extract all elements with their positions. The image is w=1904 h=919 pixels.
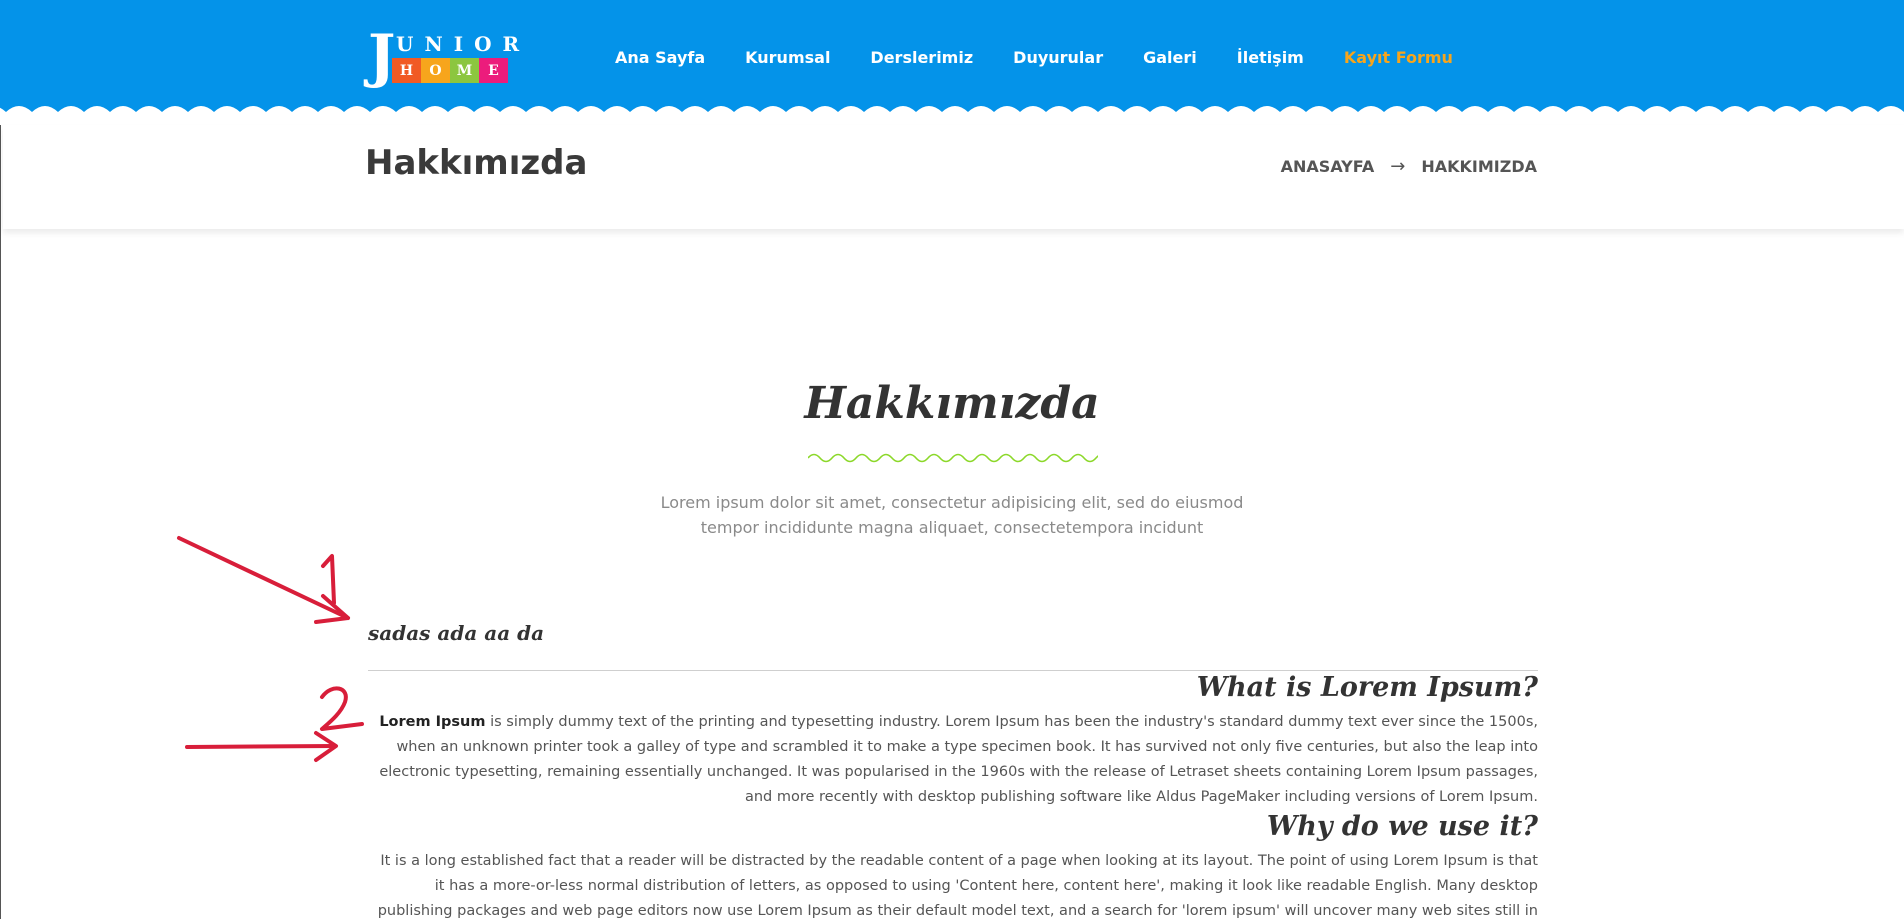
breadcrumb-arrow-icon: → <box>1390 156 1406 177</box>
nav-item-gallery[interactable]: Galeri <box>1143 48 1197 67</box>
nav-item-corporate[interactable]: Kurumsal <box>745 48 830 67</box>
annotation-numeral-one <box>321 554 336 605</box>
nav-item-home[interactable]: Ana Sayfa <box>615 48 705 67</box>
main-nav: Ana Sayfa Kurumsal Derslerimiz Duyurular… <box>615 48 1453 67</box>
nav-item-announcements[interactable]: Duyurular <box>1013 48 1103 67</box>
squiggle-divider-icon <box>808 453 1098 463</box>
heading-what-is-lorem: What is Lorem Ipsum? <box>1196 672 1538 703</box>
heading-why-use: Why do we use it? <box>1266 811 1538 842</box>
logo-tiles: H O M E <box>392 58 508 83</box>
logo-tile: E <box>479 58 508 83</box>
content-divider <box>368 670 1538 671</box>
logo-tile: O <box>421 58 450 83</box>
nav-item-registration[interactable]: Kayıt Formu <box>1344 48 1453 67</box>
section-title: Hakkımızda <box>804 378 1100 429</box>
breadcrumb-current: HAKKIMIZDA <box>1421 157 1537 176</box>
paragraph-text: is simply dummy text of the printing and… <box>379 714 1538 805</box>
annotation-arrow-one <box>177 536 350 620</box>
annotation-arrowhead-one <box>314 594 350 624</box>
annotation-arrow-two <box>185 744 337 749</box>
logo-tile: M <box>450 58 479 83</box>
left-border <box>0 125 1 919</box>
annotation-numeral-two <box>320 686 364 731</box>
nav-item-contact[interactable]: İletişim <box>1237 48 1304 67</box>
annotation-arrowhead-two <box>314 731 338 762</box>
breadcrumb: ANASAYFA → HAKKIMIZDA <box>1281 156 1537 177</box>
content-subheading: sadas ada aa da <box>368 621 545 645</box>
page-title-bar <box>3 125 1904 229</box>
paragraph-why-use: It is a long established fact that a rea… <box>377 853 1538 919</box>
paragraph-bold-lead: Lorem Ipsum <box>379 714 486 730</box>
section-lead: Lorem ipsum dolor sit amet, consectetur … <box>660 493 1244 537</box>
page-title: Hakkımızda <box>365 143 588 183</box>
paragraph-what-is-lorem: Lorem Ipsum is simply dummy text of the … <box>368 710 1538 810</box>
breadcrumb-home-link[interactable]: ANASAYFA <box>1281 157 1375 176</box>
logo-tile: H <box>392 58 421 83</box>
site-header: J UNIOR H O M E Ana Sayfa Kurumsal Dersl… <box>0 0 1904 125</box>
nav-item-courses[interactable]: Derslerimiz <box>870 48 973 67</box>
site-logo[interactable]: J UNIOR H O M E <box>368 24 519 88</box>
logo-top-text: UNIOR <box>396 32 531 56</box>
